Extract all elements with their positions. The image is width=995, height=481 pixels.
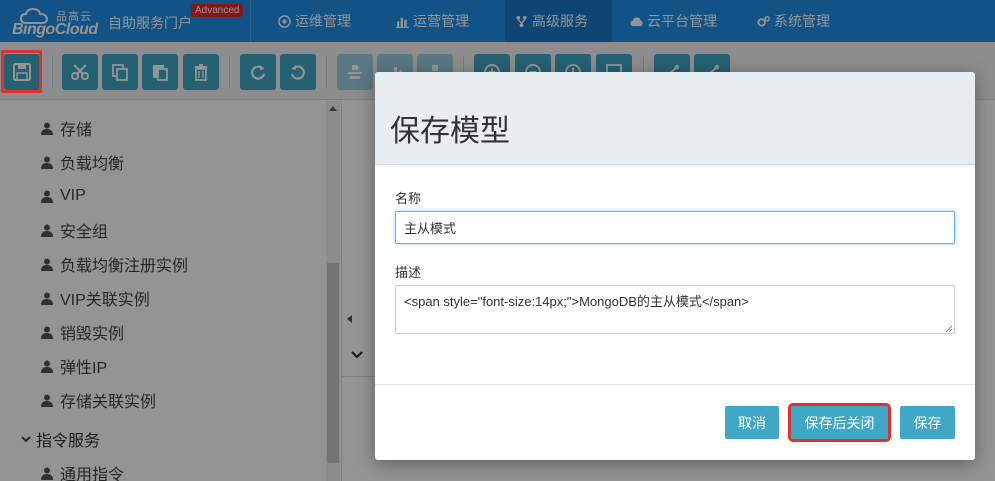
name-input[interactable]: [395, 211, 955, 244]
cancel-button[interactable]: 取消: [725, 406, 779, 439]
save-model-dialog: 保存模型 名称 描述 <span style="font-size:14px;"…: [375, 72, 975, 460]
resize-grip-icon[interactable]: [943, 323, 953, 333]
dialog-header: 保存模型: [375, 72, 975, 165]
dialog-footer-divider: [375, 384, 975, 385]
description-textarea[interactable]: <span style="font-size:14px;">MongoDB的主从…: [395, 285, 955, 334]
save-and-close-button[interactable]: 保存后关闭: [788, 403, 891, 442]
save-dialog-button[interactable]: 保存: [900, 406, 955, 439]
dialog-title: 保存模型: [390, 115, 510, 148]
save-button-highlight: [1, 50, 42, 93]
name-label: 名称: [395, 191, 422, 206]
description-label: 描述: [395, 265, 422, 280]
